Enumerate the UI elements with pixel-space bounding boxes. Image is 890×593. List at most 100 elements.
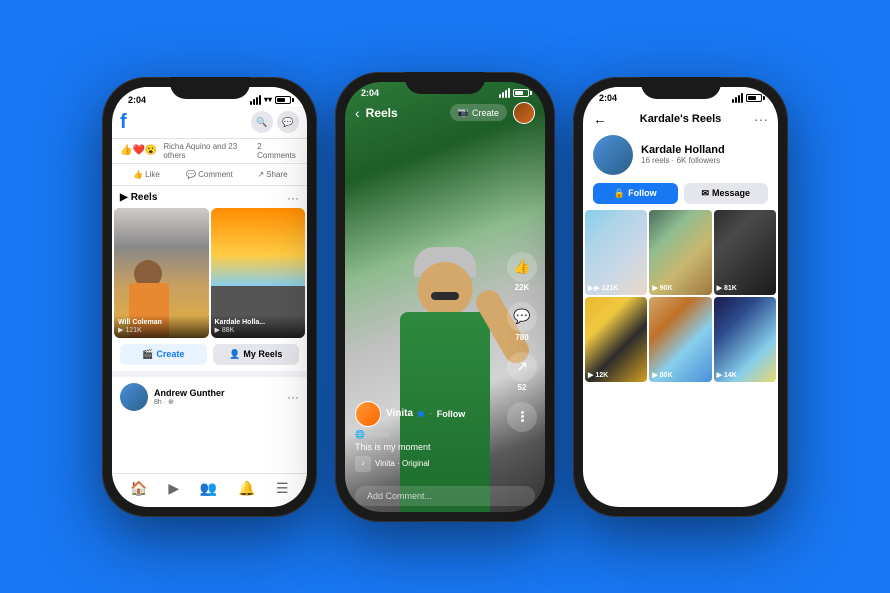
reels-caption: This is my moment (355, 442, 495, 452)
nav-menu[interactable]: ☰ (276, 480, 289, 497)
signal-left (250, 95, 261, 105)
reaction-bar: 👍 ❤️ 😮 Richa Aquino and 23 others 2 Comm… (112, 139, 307, 164)
signal-right (732, 93, 743, 103)
user-avatar-center[interactable] (513, 102, 535, 124)
verified-badge (418, 411, 424, 417)
reel6-count: ▶ 14K (717, 371, 737, 379)
reel4-count: ▶ 12K (588, 371, 608, 379)
share-button[interactable]: ↗ Share (242, 167, 303, 182)
camera-icon: 📷 (458, 107, 469, 118)
reel1-creator: Will Coleman (118, 319, 205, 326)
reels-bottom-info: Vinita · Follow 🌐 Public This is my mome… (355, 401, 495, 472)
post-avatar (120, 383, 148, 411)
phones-container: 2:04 ▾▾ f 🔍 💬 � (82, 52, 808, 542)
profile-action-row: 🔒 Follow ✉ Message (583, 179, 778, 210)
like-circle: 👍 (507, 252, 537, 282)
fb-header: f 🔍 💬 (112, 107, 307, 139)
comment-input-center[interactable]: Add Comment... (355, 486, 535, 506)
share-label: Share (266, 170, 287, 179)
profile-header: ← Kardale's Reels ··· (583, 105, 778, 131)
reels-grid-left: Will Coleman ▶ 121K Kardale Holla... ▶ 8… (112, 208, 307, 338)
phone-right-screen: 2:04 ← Kardale's Reels ··· Kardale Holla (583, 87, 778, 507)
profile-reel-5[interactable]: ▶ 80K (649, 297, 711, 382)
more-action[interactable] (507, 402, 537, 432)
profile-reel-3[interactable]: ▶ 81K (714, 210, 776, 295)
nav-home[interactable]: 🏠 (130, 480, 147, 497)
profile-name: Kardale Holland (641, 144, 725, 156)
reels-right-actions: 👍 22K 💬 780 ↗ 52 (507, 252, 537, 432)
create-reels-bar: 🎬 Create 👤 My Reels (112, 338, 307, 371)
phone-center-screen: 2:04 ‹ Reels (345, 82, 545, 512)
reaction-text: Richa Aquino and 23 others (163, 142, 254, 160)
reels-title-area: ‹ Reels (355, 105, 398, 121)
reels-label: Reels (131, 192, 158, 203)
globe-icon: 🌐 (355, 430, 365, 439)
my-reels-label: My Reels (243, 349, 282, 359)
status-bar-center: 2:04 (345, 82, 545, 100)
follow-button-center[interactable]: Follow (437, 409, 466, 419)
my-reels-button[interactable]: 👤 My Reels (213, 344, 300, 365)
comment-action[interactable]: 💬 780 (507, 302, 537, 342)
fb-header-icons: 🔍 💬 (251, 111, 299, 133)
reels-more[interactable]: ··· (287, 191, 299, 205)
comments-count-center: 780 (515, 333, 528, 342)
like-button[interactable]: 👍 Like (116, 167, 177, 182)
notch-right (641, 77, 721, 99)
phone-left-screen: 2:04 ▾▾ f 🔍 💬 � (112, 87, 307, 507)
nav-notifications[interactable]: 🔔 (238, 480, 255, 497)
back-arrow[interactable]: ‹ (355, 105, 360, 121)
audio-icon: ♪ (355, 456, 371, 472)
messenger-icon[interactable]: 💬 (277, 111, 299, 133)
create-btn-label: Create (472, 108, 499, 118)
create-reel-button[interactable]: 🎬 Create (120, 344, 207, 365)
notch-left (170, 77, 250, 99)
follow-button-right[interactable]: 🔒 Follow (593, 183, 678, 204)
likes-count: 22K (515, 283, 530, 292)
reel2-views: ▶ 88K (215, 326, 302, 334)
share-circle: ↗ (507, 352, 537, 382)
comment-button[interactable]: 💬 Comment (179, 167, 240, 182)
reels-create-btn[interactable]: 📷 Create (450, 104, 507, 121)
profile-stats: 16 reels · 6K followers (641, 156, 725, 165)
like-icon: 👍 (133, 170, 143, 179)
back-arrow-right[interactable]: ← (593, 111, 607, 127)
reel-card-1[interactable]: Will Coleman ▶ 121K (114, 208, 209, 338)
profile-reel-4[interactable]: ▶ 12K (585, 297, 647, 382)
reels-grid-profile: ▶▶ 121K ▶ 90K ▶ 81K ▶ 12K (583, 210, 778, 382)
wifi-icon-left: ▾▾ (264, 95, 272, 104)
visibility-label: Public (368, 430, 390, 439)
phone-center: 2:04 ‹ Reels (335, 72, 555, 522)
figure-head (418, 262, 473, 317)
profile-reel-1[interactable]: ▶▶ 121K (585, 210, 647, 295)
reels-icon: ▶ (120, 192, 128, 203)
post-more[interactable]: ··· (287, 390, 299, 404)
signal-center (499, 88, 510, 98)
search-icon[interactable]: 🔍 (251, 111, 273, 133)
reels-username: Vinita (386, 408, 413, 419)
status-icons-right (732, 93, 762, 103)
share-action[interactable]: ↗ 52 (507, 352, 537, 392)
profile-reel-6[interactable]: ▶ 14K (714, 297, 776, 382)
post-preview: Andrew Gunther 8h · ⊕ ··· (112, 371, 307, 417)
nav-video[interactable]: ▶ (168, 480, 179, 497)
status-time-left: 2:04 (128, 95, 146, 105)
more-circle (507, 402, 537, 432)
bottom-nav-left: 🏠 ▶ 👥 🔔 ☰ (112, 473, 307, 507)
like-action[interactable]: 👍 22K (507, 252, 537, 292)
options-menu[interactable]: ··· (754, 111, 768, 127)
phone-right: 2:04 ← Kardale's Reels ··· Kardale Holla (573, 77, 788, 517)
follow-label: Follow (628, 188, 657, 198)
reel-card-2[interactable]: Kardale Holla... ▶ 88K (211, 208, 306, 338)
reels-section-header: ▶ Reels ··· (112, 186, 307, 208)
profile-reel-2[interactable]: ▶ 90K (649, 210, 711, 295)
shares-count: 52 (518, 383, 527, 392)
reel2-overlay: Kardale Holla... ▶ 88K (211, 315, 306, 338)
message-button-right[interactable]: ✉ Message (684, 183, 769, 204)
nav-groups[interactable]: 👥 (200, 480, 217, 497)
comment-circle: 💬 (507, 302, 537, 332)
like-label: Like (145, 170, 160, 179)
reel2-creator: Kardale Holla... (215, 319, 302, 326)
reels-audio-row: ♪ Vinita · Original (355, 456, 495, 472)
create-label: Create (156, 349, 184, 359)
reel2-count: ▶ 90K (652, 284, 672, 292)
